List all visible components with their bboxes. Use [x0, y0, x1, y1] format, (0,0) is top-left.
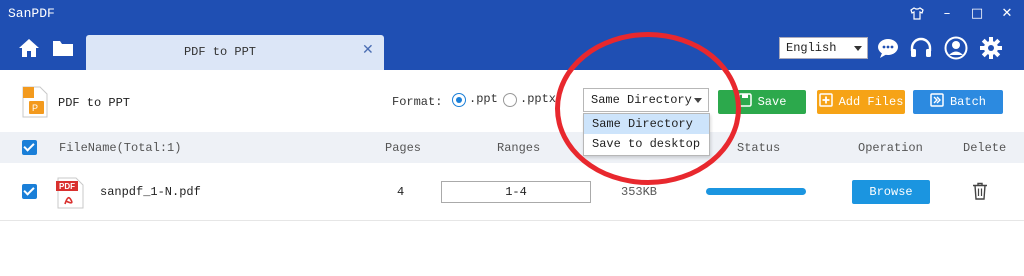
add-files-label: Add Files: [838, 95, 904, 109]
column-filename: FileName(Total:1): [59, 141, 182, 155]
ppt-file-icon: P: [22, 86, 48, 118]
chat-icon[interactable]: [876, 36, 900, 60]
format-label: Format:: [392, 95, 443, 109]
file-name: sanpdf_1-N.pdf: [100, 185, 201, 199]
add-files-button[interactable]: Add Files: [817, 90, 905, 114]
title-bar: SanPDF – □ ✕: [0, 0, 1024, 27]
select-all-checkbox[interactable]: [22, 140, 37, 155]
page-range-input[interactable]: [441, 181, 591, 203]
format-option-label: .ppt: [469, 91, 498, 106]
folder-icon[interactable]: [51, 37, 75, 59]
plus-icon: [818, 93, 833, 111]
radio-dot: [452, 93, 466, 107]
language-value: English: [786, 41, 837, 55]
output-directory-dropdown: Same Directory Save to desktop: [583, 113, 710, 156]
dropdown-option-same-directory[interactable]: Same Directory: [584, 114, 709, 134]
user-icon[interactable]: [944, 36, 968, 60]
file-size: 353KB: [621, 185, 658, 199]
batch-button[interactable]: Batch: [913, 90, 1003, 114]
chevron-down-icon: [694, 98, 702, 103]
save-button[interactable]: Save: [718, 90, 806, 114]
nav-bar: PDF to PPT ✕ English: [0, 27, 1024, 70]
maximize-button[interactable]: □: [970, 4, 984, 22]
dropdown-option-save-to-desktop[interactable]: Save to desktop: [584, 134, 709, 154]
language-select[interactable]: English: [779, 37, 868, 59]
format-option-label: .pptx: [520, 91, 557, 106]
tool-name: PDF to PPT: [58, 96, 131, 110]
tab-pdf-to-ppt[interactable]: PDF to PPT ✕: [86, 35, 384, 70]
format-radio-ppt[interactable]: .ppt: [452, 91, 498, 107]
batch-label: Batch: [949, 95, 986, 109]
trash-icon[interactable]: [972, 182, 988, 200]
home-icon[interactable]: [17, 37, 41, 59]
conversion-progress-bar: [706, 188, 806, 195]
svg-text:PDF: PDF: [59, 182, 75, 191]
minimize-button[interactable]: –: [940, 4, 954, 22]
chevron-down-icon: [854, 46, 862, 51]
radio-dot: [503, 93, 517, 107]
row-checkbox[interactable]: [22, 184, 37, 199]
column-delete: Delete: [963, 141, 1007, 155]
table-row: PDF sanpdf_1-N.pdf 4 353KB Browse: [0, 163, 1024, 221]
pdf-file-icon: PDF: [56, 177, 84, 209]
browse-button[interactable]: Browse: [852, 180, 930, 204]
tab-label: PDF to PPT: [183, 45, 256, 59]
empty-list-area: [0, 221, 1024, 276]
column-status: Status: [737, 141, 781, 155]
save-label: Save: [757, 95, 787, 109]
output-directory-select[interactable]: Same Directory: [583, 88, 709, 112]
window-controls: – □ ✕: [910, 4, 1014, 22]
save-icon: [737, 93, 752, 111]
app-title: SanPDF: [8, 6, 55, 21]
toolbar: P PDF to PPT Format: .ppt .pptx Same Dir…: [0, 70, 1024, 132]
format-radio-pptx[interactable]: .pptx: [503, 91, 557, 107]
close-button[interactable]: ✕: [1000, 4, 1014, 22]
output-directory-value: Same Directory: [591, 93, 692, 107]
headphones-icon[interactable]: [909, 36, 933, 60]
shirt-icon[interactable]: [910, 4, 924, 22]
gear-icon[interactable]: [979, 36, 1003, 60]
svg-text:P: P: [32, 103, 38, 113]
column-pages: Pages: [385, 141, 422, 155]
column-operation: Operation: [858, 141, 923, 155]
tab-close-icon[interactable]: ✕: [362, 43, 376, 57]
table-header: FileName(Total:1) Pages Ranges Status Op…: [0, 132, 1024, 163]
double-chevron-icon: [930, 93, 944, 111]
column-ranges: Ranges: [497, 141, 541, 155]
file-pages: 4: [397, 185, 405, 199]
